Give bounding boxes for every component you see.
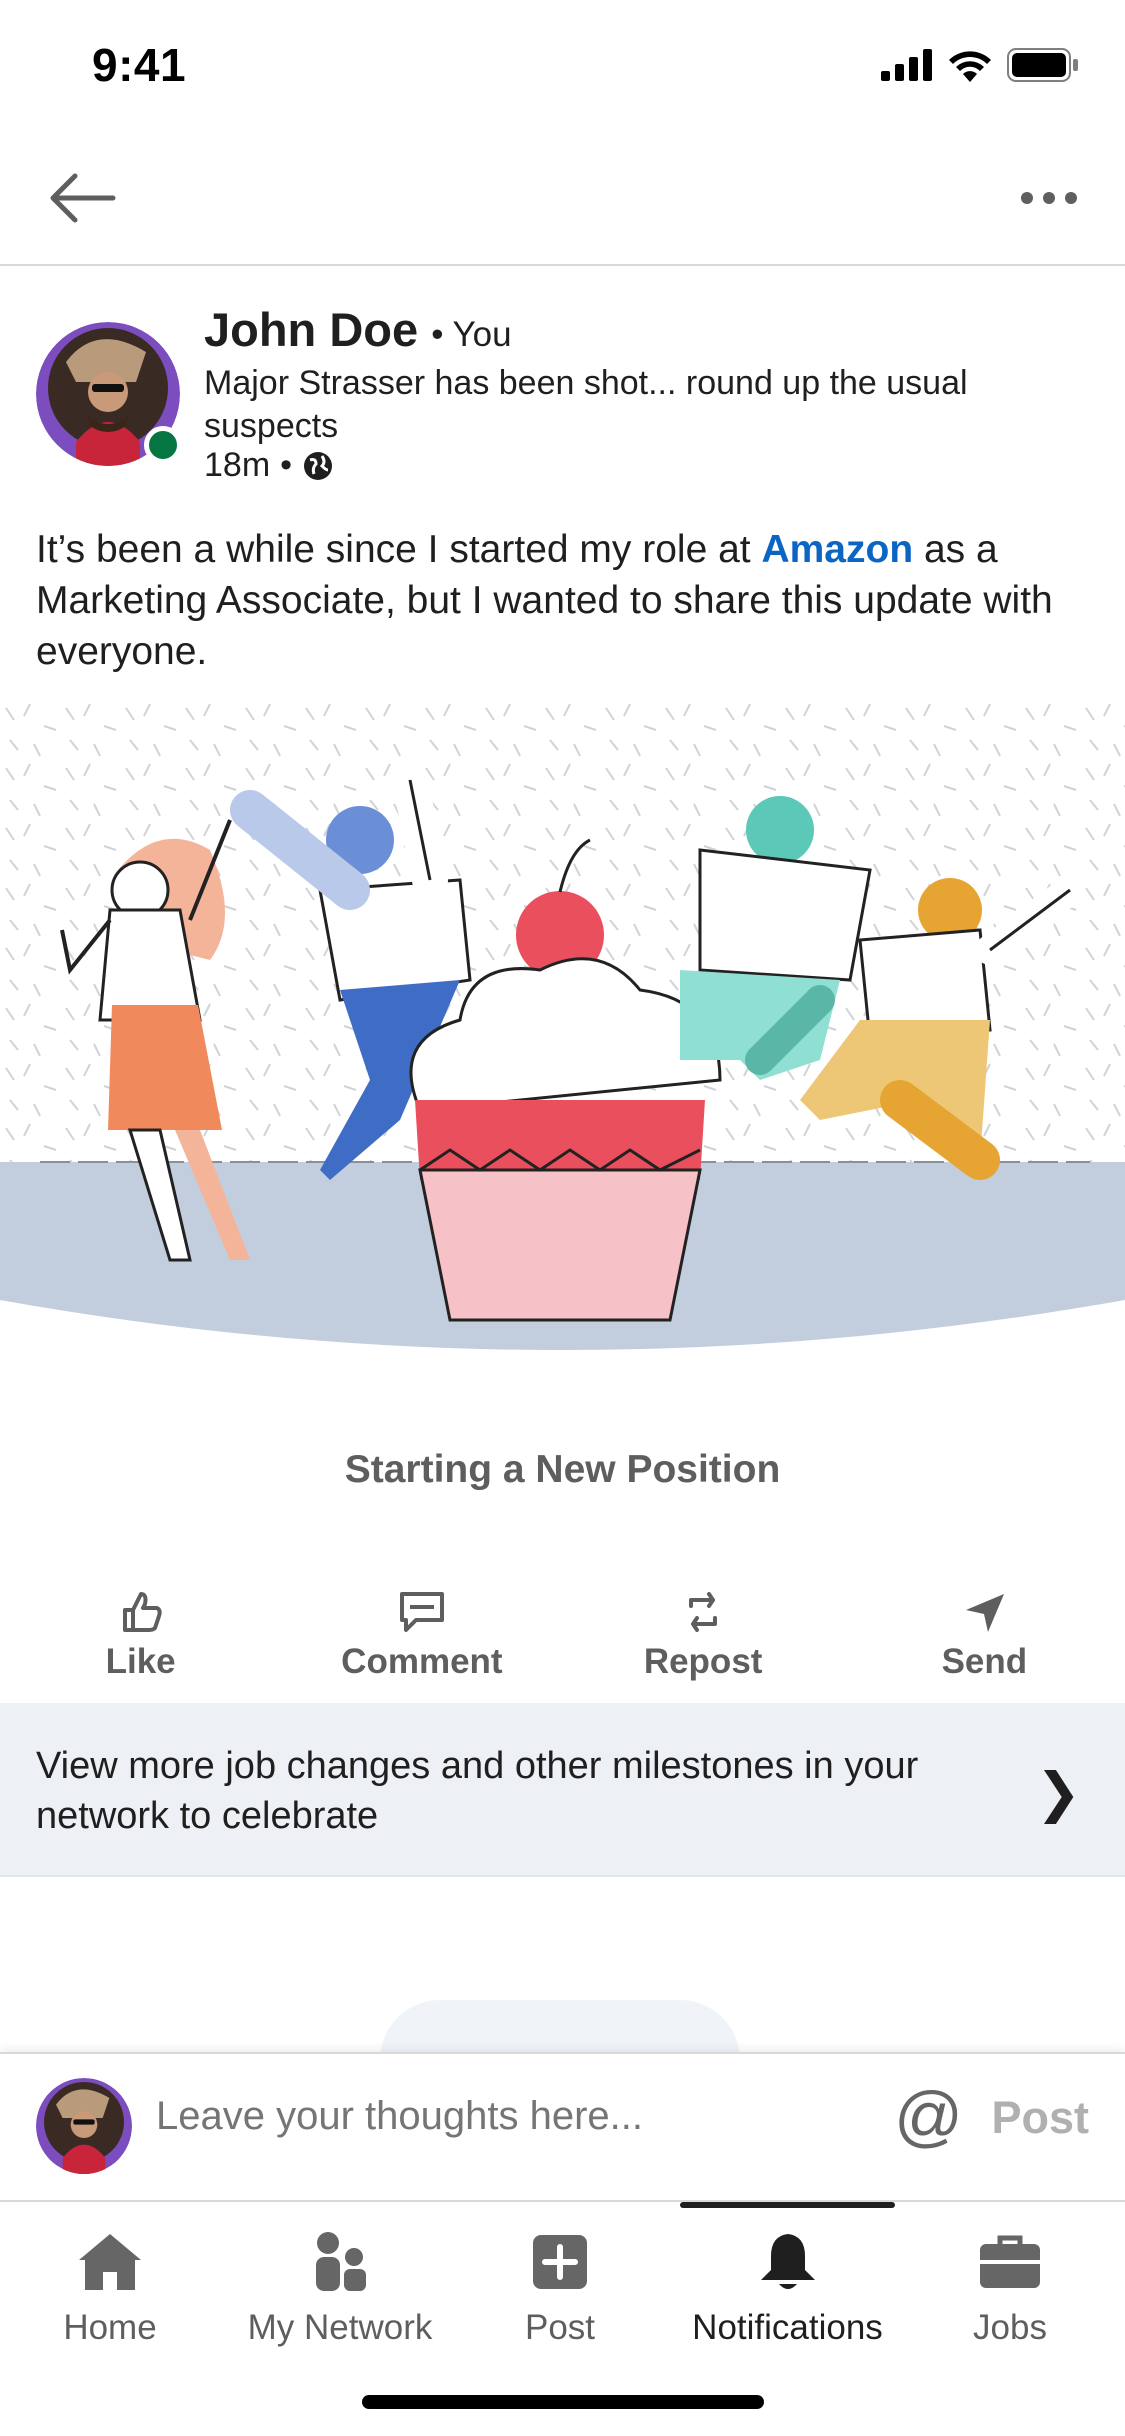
tab-jobs[interactable]: Jobs: [930, 2202, 1090, 2362]
dot-icon: [1065, 192, 1077, 204]
meta-separator: •: [280, 446, 293, 484]
post-header: John Doe • You Major Strasser has been s…: [0, 298, 1125, 498]
tab-home-label: Home: [63, 2308, 157, 2347]
wifi-icon: [949, 51, 991, 82]
social-actions: Like Comment Repost Send: [0, 1588, 1125, 1698]
tab-post[interactable]: Post: [480, 2202, 640, 2362]
tab-home[interactable]: Home: [30, 2202, 190, 2362]
celebration-illustration[interactable]: [0, 700, 1125, 1390]
repost-icon: [689, 1592, 718, 1632]
author-name-text: John Doe: [204, 303, 419, 356]
comment-button[interactable]: Comment: [322, 1588, 522, 1698]
network-icon: [316, 2232, 366, 2291]
tab-notifications[interactable]: Notifications: [670, 2202, 905, 2362]
home-indicator: [362, 2395, 764, 2409]
milestone-banner[interactable]: View more job changes and other mileston…: [0, 1703, 1125, 1877]
post-text: It’s been a while since I started my rol…: [36, 524, 1096, 677]
author-avatar[interactable]: [36, 322, 182, 466]
repost-button[interactable]: Repost: [603, 1588, 803, 1698]
author-relation: • You: [431, 315, 512, 354]
send-label: Send: [941, 1642, 1028, 1681]
comment-composer: @ Post: [0, 2052, 1125, 2200]
send-icon: [966, 1594, 1005, 1632]
author-headline: Major Strasser has been shot... round up…: [204, 364, 968, 445]
status-bar: 9:41: [0, 0, 1125, 132]
avatar-image: [36, 2078, 132, 2174]
like-label: Like: [105, 1642, 176, 1681]
globe-icon: [304, 451, 333, 480]
status-icons: [881, 48, 1079, 82]
tab-network-label: My Network: [247, 2308, 433, 2347]
presence-indicator: [144, 426, 182, 464]
thumbs-up-icon: [122, 1592, 162, 1632]
status-time: 9:41: [92, 39, 187, 91]
chevron-right-icon: ❯: [1035, 1763, 1081, 1823]
dot-icon: [1043, 192, 1055, 204]
more-options-button[interactable]: [1009, 168, 1089, 228]
mention-button[interactable]: @: [894, 2082, 963, 2150]
back-button[interactable]: [40, 162, 124, 234]
illustration-caption: Starting a New Position: [344, 1448, 781, 1491]
tab-my-network[interactable]: My Network: [220, 2202, 460, 2362]
bell-icon: [760, 2234, 815, 2289]
top-nav: [0, 132, 1125, 266]
comment-label: Comment: [341, 1642, 503, 1681]
next-post-preview: [380, 2000, 740, 2060]
cellular-signal-icon: [881, 49, 932, 81]
tab-notifications-label: Notifications: [692, 2308, 883, 2347]
tab-post-label: Post: [524, 2308, 596, 2347]
composer-avatar: [36, 2078, 132, 2174]
dot-icon: [1021, 192, 1033, 204]
post-meta: 18m •: [204, 446, 334, 485]
battery-icon: [1007, 48, 1078, 82]
home-icon: [79, 2234, 141, 2290]
comment-icon: [399, 1592, 444, 1632]
repost-label: Repost: [643, 1642, 763, 1681]
tab-jobs-label: Jobs: [973, 2308, 1047, 2347]
company-link[interactable]: Amazon: [761, 528, 913, 571]
post-text-before: It’s been a while since I started my rol…: [36, 528, 762, 571]
send-button[interactable]: Send: [884, 1588, 1084, 1698]
milestone-text: View more job changes and other mileston…: [36, 1745, 919, 1837]
post-plus-icon: [533, 2235, 587, 2289]
like-button[interactable]: Like: [41, 1588, 241, 1698]
briefcase-icon: [980, 2235, 1040, 2288]
author-name[interactable]: John Doe • You: [204, 302, 512, 357]
new-position-image: [0, 700, 1125, 1350]
arrow-left-icon: [50, 173, 116, 223]
comment-input[interactable]: [156, 2094, 856, 2139]
post-time: 18m: [204, 446, 271, 484]
post-comment-button[interactable]: Post: [991, 2092, 1089, 2144]
